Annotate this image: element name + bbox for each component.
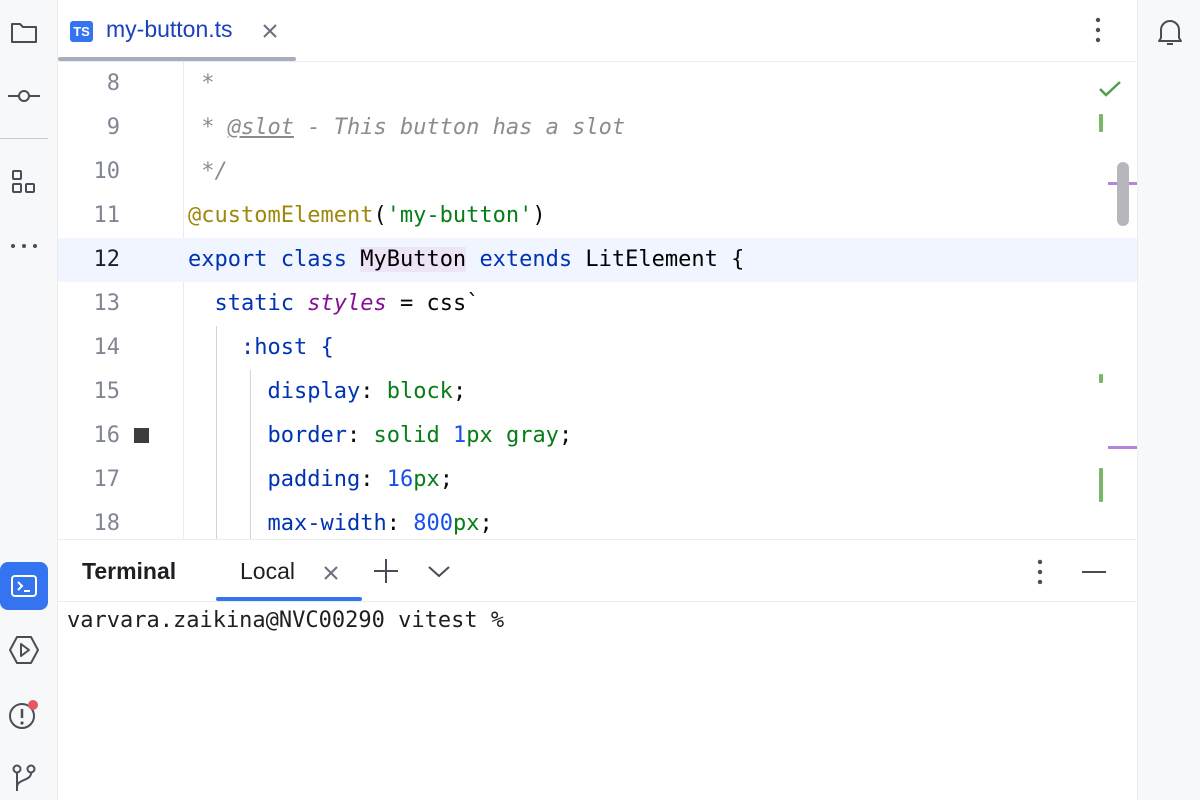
code-text: :host {: [240, 335, 334, 360]
project-tool-button[interactable]: [0, 8, 48, 56]
code-line: 9 * @slot - This button has a slot: [58, 106, 1137, 150]
code-text: padding: 16px;: [267, 467, 453, 492]
gutter-marker[interactable]: [134, 428, 149, 443]
line-number: 16: [93, 423, 121, 448]
change-marker: [1099, 114, 1103, 132]
code-line: 14 :host {: [58, 326, 1137, 370]
line-number: 10: [93, 159, 121, 184]
line-number: 9: [106, 115, 120, 140]
structure-tool-button[interactable]: [0, 158, 48, 206]
line-number: 15: [93, 379, 121, 404]
close-icon[interactable]: [261, 22, 279, 40]
code-text: export class MyButton extends LitElement…: [188, 247, 745, 272]
code-text: static styles = css`: [214, 291, 480, 316]
code-line: 18 max-width: 800px;: [58, 502, 1137, 539]
editor-tab-my-button-ts[interactable]: TS my-button.ts: [58, 0, 296, 62]
run-tool-button[interactable]: [0, 626, 48, 674]
occurrence-marker: [1108, 446, 1137, 449]
folder-icon: [11, 23, 37, 43]
active-tab-indicator: [58, 57, 296, 61]
add-terminal-icon[interactable]: [372, 557, 400, 585]
line-number: 8: [106, 71, 120, 96]
code-text: *: [188, 71, 215, 96]
terminal-tool-button[interactable]: [0, 562, 48, 610]
commit-tool-button[interactable]: [0, 72, 48, 120]
code-line: 10 */: [58, 150, 1137, 194]
notifications-button[interactable]: [1146, 8, 1194, 56]
code-text: display: block;: [267, 379, 467, 404]
tab-file-name: my-button.ts: [106, 16, 233, 42]
code-text: * @slot - This button has a slot: [188, 115, 626, 140]
structure-icon: [12, 170, 35, 193]
code-line: 17 padding: 16px;: [58, 458, 1137, 502]
code-text: @customElement('my-button'): [188, 203, 546, 228]
chevron-down-icon[interactable]: [426, 560, 452, 582]
run-icon: [9, 636, 39, 664]
terminal-icon: [11, 575, 37, 597]
code-line: 13 static styles = css`: [58, 282, 1137, 326]
editor-tab-bar: TS my-button.ts: [58, 0, 1137, 62]
terminal-prompt[interactable]: varvara.zaikina@NVC00290 vitest %: [67, 608, 504, 633]
code-text: */: [188, 159, 228, 184]
terminal-tab-local[interactable]: Local: [216, 540, 362, 602]
terminal-tab-label: Local: [240, 558, 295, 584]
typescript-file-icon: TS: [70, 21, 93, 42]
notifications-icon: [1158, 20, 1182, 45]
no-problems-check-icon[interactable]: [1098, 78, 1122, 102]
terminal-header: Terminal Local: [58, 540, 1137, 602]
tab-more-icon[interactable]: [1088, 14, 1108, 46]
minimize-icon[interactable]: [1080, 562, 1108, 582]
terminal-more-icon[interactable]: [1030, 556, 1050, 588]
change-marker: [1099, 374, 1103, 383]
git-tool-button[interactable]: [0, 754, 48, 800]
commit-icon: [8, 90, 40, 102]
code-line-current: 12 export class MyButton extends LitElem…: [58, 238, 1137, 282]
strip-separator: [0, 138, 48, 139]
problems-tool-button[interactable]: [0, 690, 48, 738]
git-branch-icon: [12, 764, 36, 791]
left-tool-strip: [0, 0, 58, 800]
active-tab-indicator: [216, 597, 362, 601]
indent-guide: [216, 326, 217, 539]
code-editor[interactable]: 8 * 9 * @slot - This button has a slot 1…: [58, 62, 1137, 539]
line-number: 17: [93, 467, 121, 492]
indent-guide: [250, 370, 251, 539]
code-text: border: solid 1px gray;: [267, 423, 573, 448]
code-text: max-width: 800px;: [267, 511, 493, 536]
change-marker: [1099, 468, 1103, 502]
editor-scrollbar-thumb[interactable]: [1117, 162, 1129, 226]
terminal-panel: Terminal Local varvara.zaikina@NVC00290 …: [58, 539, 1137, 800]
more-icon: [11, 244, 37, 248]
code-line: 8 *: [58, 62, 1137, 106]
code-line: 11 @customElement('my-button'): [58, 194, 1137, 238]
line-number: 14: [93, 335, 121, 360]
problems-icon: [9, 700, 38, 729]
line-number: 18: [93, 511, 121, 536]
right-tool-strip: [1137, 0, 1200, 800]
line-number: 13: [93, 291, 121, 316]
close-icon[interactable]: [322, 564, 340, 582]
line-number: 11: [93, 203, 121, 228]
code-line: 16 border: solid 1px gray;: [58, 414, 1137, 458]
more-tools-button[interactable]: [0, 222, 48, 270]
terminal-title: Terminal: [82, 558, 177, 584]
line-number: 12: [93, 247, 121, 272]
code-line: 15 display: block;: [58, 370, 1137, 414]
